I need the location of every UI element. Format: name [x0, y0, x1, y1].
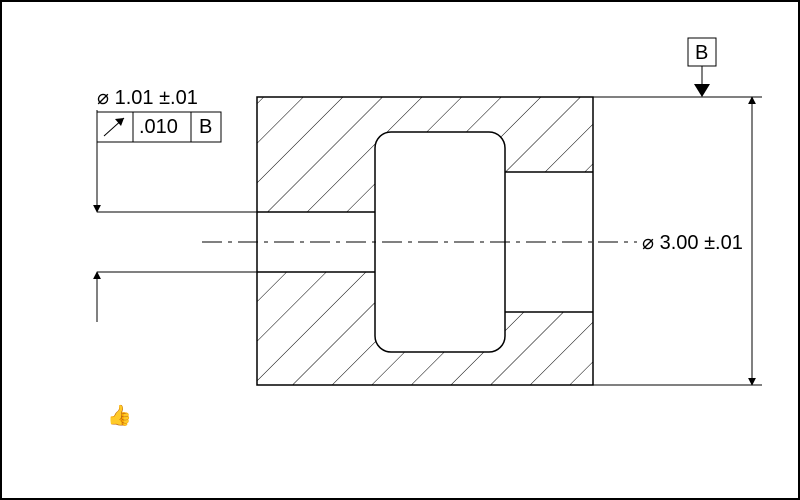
thumbs-up-icon: 👍: [107, 403, 132, 427]
fcf-datum: B: [199, 116, 212, 138]
dimension-outer-text: ⌀ 3.00 ±.01: [642, 232, 743, 254]
datum-label-text: B: [695, 42, 708, 64]
dimension-outer: ⌀ 3.00 ±.01: [593, 97, 762, 385]
drawing-frame: ⌀ 1.01 ±.01 .010 B ⌀ 3.00 ±.01 B 👍: [0, 0, 800, 500]
drawing-svg: ⌀ 1.01 ±.01 .010 B ⌀ 3.00 ±.01 B 👍: [2, 2, 798, 498]
section-view: [257, 97, 593, 385]
runout-symbol-icon: [104, 118, 124, 136]
feature-control-frame: .010 B: [97, 112, 221, 142]
fcf-tolerance: .010: [139, 116, 178, 138]
dimension-bore-text: ⌀ 1.01 ±.01: [97, 87, 198, 109]
datum-feature-symbol: B: [688, 38, 716, 97]
